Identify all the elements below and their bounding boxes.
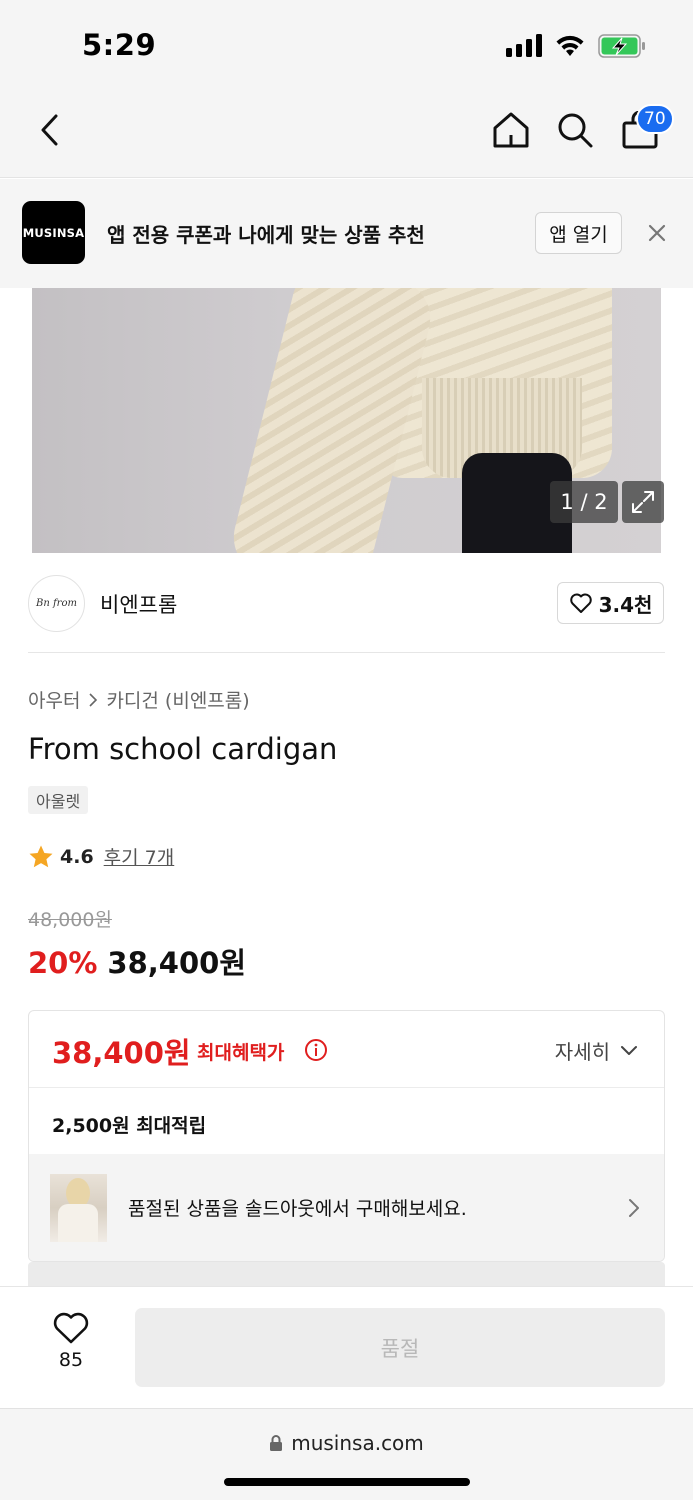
wishlist-button[interactable]: 85	[40, 1311, 102, 1371]
soldout-buy-button[interactable]: 품절	[135, 1308, 665, 1387]
app-install-banner: MUSINSA 앱 전용 쿠폰과 나에게 맞는 상품 추천 앱 열기	[0, 179, 693, 288]
original-price: 48,000원	[28, 909, 112, 931]
open-app-button[interactable]: 앱 열기	[535, 212, 622, 254]
back-button[interactable]	[30, 108, 70, 152]
max-benefit-row[interactable]: 38,400원 최대혜택가 자세히	[29, 1011, 664, 1088]
bottom-action-bar: 85 품절	[0, 1286, 693, 1408]
brand-like-button[interactable]: 3.4천	[557, 582, 664, 624]
soldout-promo-row[interactable]: 품절된 상품을 솔드아웃에서 구매해보세요.	[29, 1154, 664, 1261]
soldout-thumbnail	[50, 1174, 107, 1242]
max-benefit-label: 최대혜택가	[197, 1042, 285, 1064]
sale-price: 38,400원	[107, 946, 247, 980]
heart-icon	[569, 593, 592, 613]
rating-score: 4.6	[60, 845, 94, 868]
soldout-promo-text: 품절된 상품을 솔드아웃에서 구매해보세요.	[128, 1198, 467, 1220]
star-icon	[29, 845, 53, 867]
discount-rate: 20%	[28, 946, 98, 980]
expand-image-button[interactable]	[622, 481, 664, 523]
outlet-tag: 아울렛	[28, 786, 89, 814]
breadcrumb-item[interactable]: 카디건 (비엔프롬)	[106, 686, 249, 713]
url-display[interactable]: musinsa.com	[0, 1431, 693, 1455]
status-bar: 5:29	[0, 0, 693, 90]
benefit-detail-button[interactable]: 자세히	[555, 1036, 638, 1065]
rating-row: 4.6 후기 7개	[28, 843, 174, 870]
info-icon[interactable]	[304, 1038, 328, 1062]
home-icon	[493, 112, 529, 148]
brand-row[interactable]: Bn from 비엔프롬 3.4천	[28, 573, 665, 653]
chevron-left-icon	[41, 114, 58, 146]
image-counter: 1 / 2	[550, 481, 618, 523]
max-points: 2,500원 최대적립	[52, 1115, 207, 1137]
chevron-right-icon	[89, 692, 98, 707]
next-section-peek	[28, 1262, 665, 1286]
url-domain: musinsa.com	[291, 1431, 424, 1455]
musinsa-app-logo: MUSINSA	[22, 201, 85, 264]
lock-icon	[270, 1435, 283, 1451]
max-benefit-price: 38,400원	[52, 1036, 191, 1070]
browser-url-bar[interactable]: musinsa.com	[0, 1408, 693, 1500]
product-title: From school cardigan	[28, 732, 338, 766]
benefit-box: 38,400원 최대혜택가 자세히 2,500원 최대적립 품절된 상품을 솔드…	[28, 1010, 665, 1262]
search-button[interactable]	[555, 108, 595, 152]
cellular-signal-icon	[506, 33, 544, 57]
top-nav-bar	[0, 90, 693, 178]
home-indicator	[224, 1478, 470, 1486]
cart-count-badge: 70	[636, 104, 674, 134]
heart-icon	[53, 1312, 89, 1344]
app-banner-message: 앱 전용 쿠폰과 나에게 맞는 상품 추천	[107, 223, 425, 247]
reviews-link[interactable]: 후기 7개	[104, 843, 175, 870]
breadcrumb-item[interactable]: 아우터	[28, 686, 80, 713]
brand-name[interactable]: 비엔프롬	[100, 589, 177, 619]
expand-icon	[632, 491, 654, 513]
brand-logo[interactable]: Bn from	[28, 575, 85, 632]
home-button[interactable]	[491, 108, 531, 152]
price-row: 20% 38,400원	[28, 940, 246, 982]
status-time: 5:29	[82, 28, 157, 62]
chevron-right-icon	[629, 1199, 639, 1217]
chevron-down-icon	[621, 1045, 637, 1055]
search-icon	[558, 113, 593, 148]
benefit-detail-label: 자세히	[554, 1040, 610, 1064]
breadcrumb: 아우터 카디건 (비엔프롬)	[28, 686, 250, 713]
brand-like-count: 3.4천	[598, 592, 653, 617]
wifi-icon	[556, 35, 584, 56]
wishlist-count: 85	[58, 1349, 84, 1371]
close-icon[interactable]	[644, 220, 670, 246]
battery-charging-icon	[598, 34, 645, 58]
